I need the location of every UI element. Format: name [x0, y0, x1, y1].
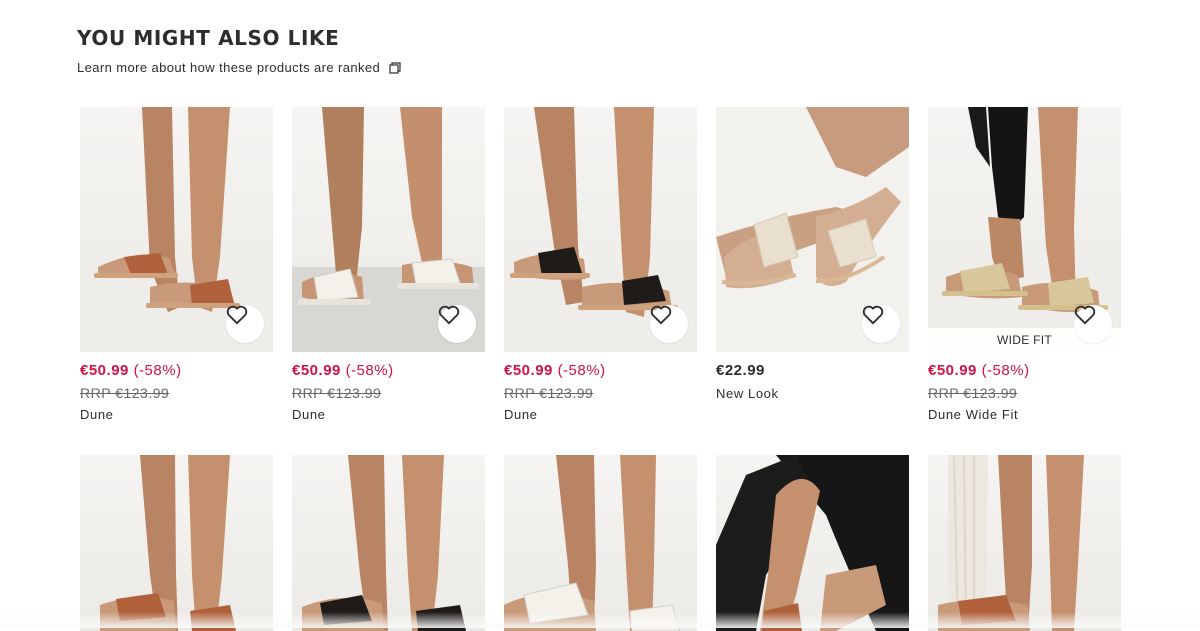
- product-image[interactable]: [504, 455, 697, 631]
- wishlist-button[interactable]: [1074, 305, 1112, 343]
- price: €50.99 (-58%): [80, 362, 273, 382]
- wishlist-button[interactable]: [862, 305, 900, 343]
- product-image[interactable]: [292, 107, 485, 352]
- product-image[interactable]: WIDE FIT: [928, 107, 1121, 352]
- sale-price: €50.99: [504, 362, 553, 379]
- rrp-price: RRP €123.99: [80, 385, 170, 401]
- brand-name[interactable]: New Look: [716, 386, 909, 401]
- product-card[interactable]: [80, 455, 273, 631]
- price: €50.99 (-58%): [292, 362, 485, 382]
- price: €22.99: [716, 362, 909, 382]
- rrp-price: RRP €123.99: [292, 385, 382, 401]
- ranking-info-label: Learn more about how these products are …: [77, 60, 381, 75]
- product-image[interactable]: [716, 455, 909, 631]
- price-value: €22.99: [716, 362, 765, 379]
- wishlist-button[interactable]: [650, 305, 688, 343]
- brand-name[interactable]: Dune: [504, 407, 697, 422]
- price: €50.99 (-58%): [504, 362, 697, 382]
- rrp-price: RRP €123.99: [504, 385, 594, 401]
- product-card[interactable]: €50.99 (-58%) RRP €123.99 Dune: [80, 107, 273, 422]
- product-card[interactable]: WIDE FIT €50.99 (-58%) RRP €123.99 Dune …: [928, 107, 1121, 422]
- product-card[interactable]: [928, 455, 1121, 631]
- discount: (-58%): [345, 362, 394, 379]
- product-card[interactable]: €50.99 (-58%) RRP €123.99 Dune: [292, 107, 485, 422]
- rrp-price: RRP €123.99: [928, 385, 1018, 401]
- sale-price: €50.99: [292, 362, 341, 379]
- discount: (-58%): [981, 362, 1030, 379]
- discount: (-58%): [133, 362, 182, 379]
- wishlist-button[interactable]: [438, 305, 476, 343]
- bottom-fade: [0, 612, 1200, 628]
- product-image[interactable]: [292, 455, 485, 631]
- product-card[interactable]: [716, 455, 909, 631]
- wishlist-button[interactable]: [226, 305, 264, 343]
- product-image[interactable]: [80, 455, 273, 631]
- product-image[interactable]: [716, 107, 909, 352]
- brand-name[interactable]: Dune Wide Fit: [928, 407, 1121, 422]
- copy-icon: [389, 61, 401, 74]
- product-image[interactable]: [504, 107, 697, 352]
- product-card[interactable]: [504, 455, 697, 631]
- discount: (-58%): [557, 362, 606, 379]
- sale-price: €50.99: [80, 362, 129, 379]
- section-title: YOU MIGHT ALSO LIKE: [77, 26, 340, 50]
- brand-name[interactable]: Dune: [80, 407, 273, 422]
- product-image[interactable]: [928, 455, 1121, 631]
- product-card[interactable]: [292, 455, 485, 631]
- product-card[interactable]: €50.99 (-58%) RRP €123.99 Dune: [504, 107, 697, 422]
- brand-name[interactable]: Dune: [292, 407, 485, 422]
- price: €50.99 (-58%): [928, 362, 1121, 382]
- product-image[interactable]: [80, 107, 273, 352]
- product-card[interactable]: €22.99 New Look: [716, 107, 909, 401]
- sale-price: €50.99: [928, 362, 977, 379]
- ranking-info-link[interactable]: Learn more about how these products are …: [77, 60, 401, 75]
